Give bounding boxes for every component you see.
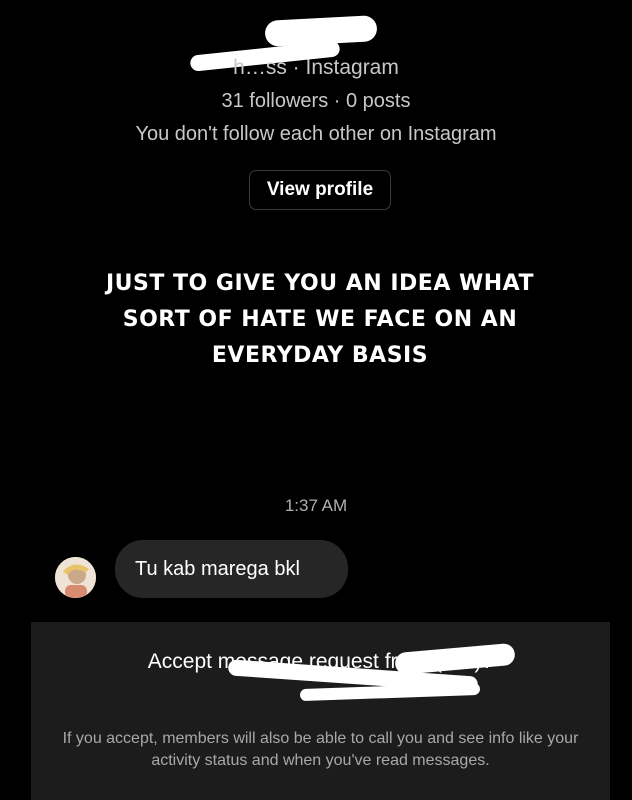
message-request-panel: Accept message request fr…ti (h…)? If yo… — [31, 622, 610, 800]
avatar-photo-icon — [55, 557, 96, 598]
shared-post-text: JUST TO GIVE YOU AN IDEA WHAT SORT OF HA… — [105, 271, 535, 368]
avatar[interactable] — [55, 557, 96, 598]
profile-stats: 31 followers · 0 posts — [221, 90, 411, 112]
profile-subtitle: h…ss · Instagram — [233, 56, 399, 79]
message-bubble[interactable]: Tu kab marega bkl — [115, 540, 348, 598]
request-info: If you accept, members will also be able… — [62, 730, 579, 769]
follow-status: You don't follow each other on Instagram — [135, 123, 497, 145]
message-text: Tu kab marega bkl — [135, 557, 300, 580]
view-profile-button[interactable]: View profile — [249, 170, 391, 210]
message-timestamp: 1:37 AM — [284, 496, 348, 515]
